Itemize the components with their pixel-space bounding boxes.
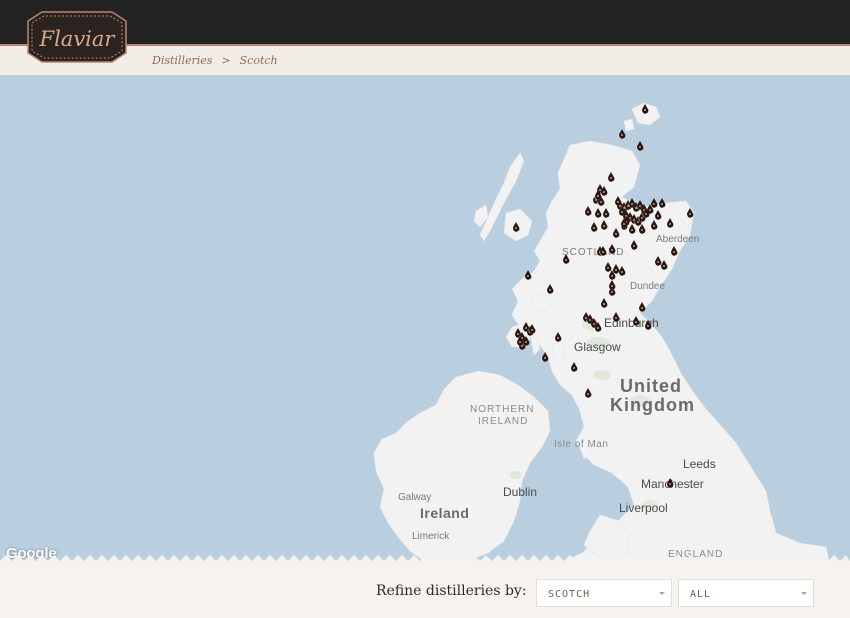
distillery-marker[interactable] [608,280,616,290]
distillery-marker[interactable] [604,262,612,272]
distillery-marker[interactable] [628,224,636,234]
distillery-marker[interactable] [584,388,592,398]
distillery-marker[interactable] [546,284,554,294]
distillery-marker[interactable] [638,224,646,234]
region-select[interactable]: ALL [678,579,814,607]
distillery-marker[interactable] [670,246,678,256]
distillery-marker[interactable] [612,228,620,238]
distillery-marker[interactable] [654,210,662,220]
chevron-down-icon [801,592,807,595]
distillery-marker[interactable] [686,208,694,218]
distillery-marker[interactable] [618,129,626,139]
distillery-markers [0,75,850,575]
distillery-marker[interactable] [554,332,562,342]
distillery-marker[interactable] [638,302,646,312]
distillery-marker[interactable] [650,198,658,208]
distillery-marker[interactable] [650,220,658,230]
distillery-marker[interactable] [524,270,532,280]
distillery-marker[interactable] [614,196,622,206]
distillery-marker[interactable] [660,260,668,270]
distillery-marker[interactable] [594,208,602,218]
distillery-marker[interactable] [654,256,662,266]
distillery-marker[interactable] [658,198,666,208]
distillery-marker[interactable] [562,254,570,264]
chevron-down-icon [659,592,665,595]
breadcrumb-item-scotch[interactable]: Scotch [240,54,278,67]
distillery-marker[interactable] [512,222,520,232]
distillery-marker[interactable] [600,298,608,308]
distillery-marker[interactable] [608,244,616,254]
distillery-marker[interactable] [666,218,674,228]
distillery-marker[interactable] [590,222,598,232]
region-select-value: ALL [690,589,712,600]
distillery-marker[interactable] [600,220,608,230]
distillery-map[interactable]: SCOTLAND Aberdeen Dundee Edinburgh Glasg… [0,75,850,575]
distillery-marker[interactable] [632,316,640,326]
breadcrumb-item-distilleries[interactable]: Distilleries [152,54,212,67]
distillery-marker[interactable] [612,312,620,322]
distillery-marker[interactable] [666,478,674,488]
distillery-marker[interactable] [607,172,615,182]
distillery-marker[interactable] [612,264,620,274]
distillery-marker[interactable] [636,141,644,151]
distillery-marker[interactable] [570,362,578,372]
distillery-marker[interactable] [602,208,610,218]
distillery-marker[interactable] [641,104,649,114]
logo-text: Flaviar [39,27,117,51]
type-select[interactable]: SCOTCH [536,579,672,607]
flaviar-logo[interactable]: Flaviar [26,11,128,63]
breadcrumb-separator: > [221,54,231,67]
distillery-marker[interactable] [644,320,652,330]
type-select-value: SCOTCH [548,589,591,600]
distillery-marker[interactable] [584,206,592,216]
distillery-marker[interactable] [630,240,638,250]
refine-label: Refine distilleries by: [376,583,527,599]
distillery-marker[interactable] [541,352,549,362]
distillery-marker[interactable] [528,324,536,334]
distillery-marker[interactable] [618,266,626,276]
filter-bar: Refine distilleries by: SCOTCH ALL [0,566,850,618]
map-edge-zigzag [0,555,850,567]
